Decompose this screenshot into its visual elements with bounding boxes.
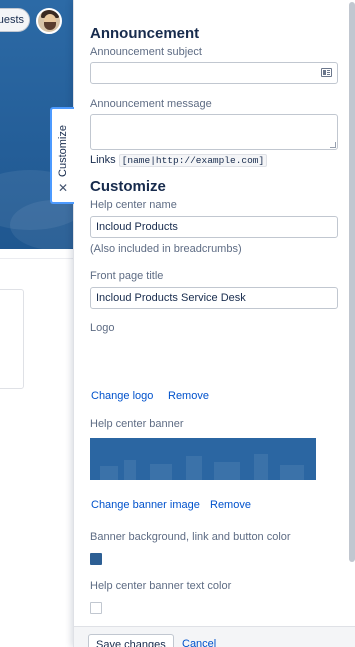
help-center-name-value: Incloud Products	[96, 221, 178, 233]
cancel-link[interactable]: Cancel	[182, 638, 216, 647]
scrollbar[interactable]	[348, 0, 355, 626]
banner-skyline-shape	[254, 454, 268, 480]
links-syntax: [name|http://example.com]	[118, 154, 268, 167]
breadcrumbs-note: (Also included in breadcrumbs)	[90, 243, 242, 255]
help-center-name-label: Help center name	[90, 199, 177, 211]
save-changes-button[interactable]: Save changes	[88, 634, 174, 647]
scrollbar-thumb[interactable]	[349, 2, 355, 562]
resize-handle-icon[interactable]	[330, 142, 336, 148]
front-page-title-label: Front page title	[90, 270, 164, 282]
requests-button[interactable]: uests	[0, 8, 30, 32]
banner-color-label: Banner background, link and button color	[90, 531, 291, 543]
announcement-message-textarea[interactable]	[90, 114, 338, 150]
banner-skyline-shape	[186, 456, 202, 480]
help-center-banner-label: Help center banner	[90, 418, 184, 430]
front-page-title-input[interactable]: Incloud Products Service Desk	[90, 287, 338, 309]
change-banner-image-link[interactable]: Change banner image	[91, 499, 200, 511]
announcement-subject-input[interactable]	[90, 62, 338, 84]
avatar[interactable]	[36, 8, 62, 34]
customize-tab-label: Customize	[57, 125, 69, 177]
help-center-name-input[interactable]: Incloud Products	[90, 216, 338, 238]
banner-skyline-shape	[280, 465, 304, 480]
help-center-background: uests	[0, 0, 73, 647]
remove-banner-link[interactable]: Remove	[210, 499, 251, 511]
banner-text-color-label: Help center banner text color	[90, 580, 232, 592]
background-card	[0, 289, 24, 389]
banner-skyline-shape	[100, 466, 118, 480]
announcement-heading: Announcement	[90, 25, 200, 42]
front-page-title-value: Incloud Products Service Desk	[96, 292, 246, 304]
remove-logo-link[interactable]: Remove	[168, 390, 209, 402]
links-help: Links [name|http://example.com]	[90, 154, 268, 167]
banner-skyline-shape	[124, 460, 136, 480]
avatar-beard	[44, 22, 56, 30]
announcement-subject-label: Announcement subject	[90, 46, 202, 58]
help-center-banner-preview	[90, 438, 316, 480]
customize-heading: Customize	[90, 178, 166, 195]
contact-card-icon	[321, 68, 332, 77]
panel-footer: Save changes Cancel	[74, 626, 355, 647]
divider	[0, 258, 73, 259]
announcement-message-label: Announcement message	[90, 98, 212, 110]
links-label: Links	[90, 154, 116, 166]
change-logo-link[interactable]: Change logo	[91, 390, 153, 402]
banner-text-color-swatch[interactable]	[90, 602, 102, 614]
banner-skyline-shape	[150, 464, 172, 480]
customize-panel: Announcement Announcement subject Announ…	[73, 0, 355, 647]
close-icon[interactable]: ✕	[58, 182, 68, 194]
banner-skyline-shape	[214, 462, 240, 480]
banner-color-swatch[interactable]	[90, 553, 102, 565]
customize-tab[interactable]: Customize ✕	[50, 107, 74, 204]
logo-label: Logo	[90, 322, 115, 334]
